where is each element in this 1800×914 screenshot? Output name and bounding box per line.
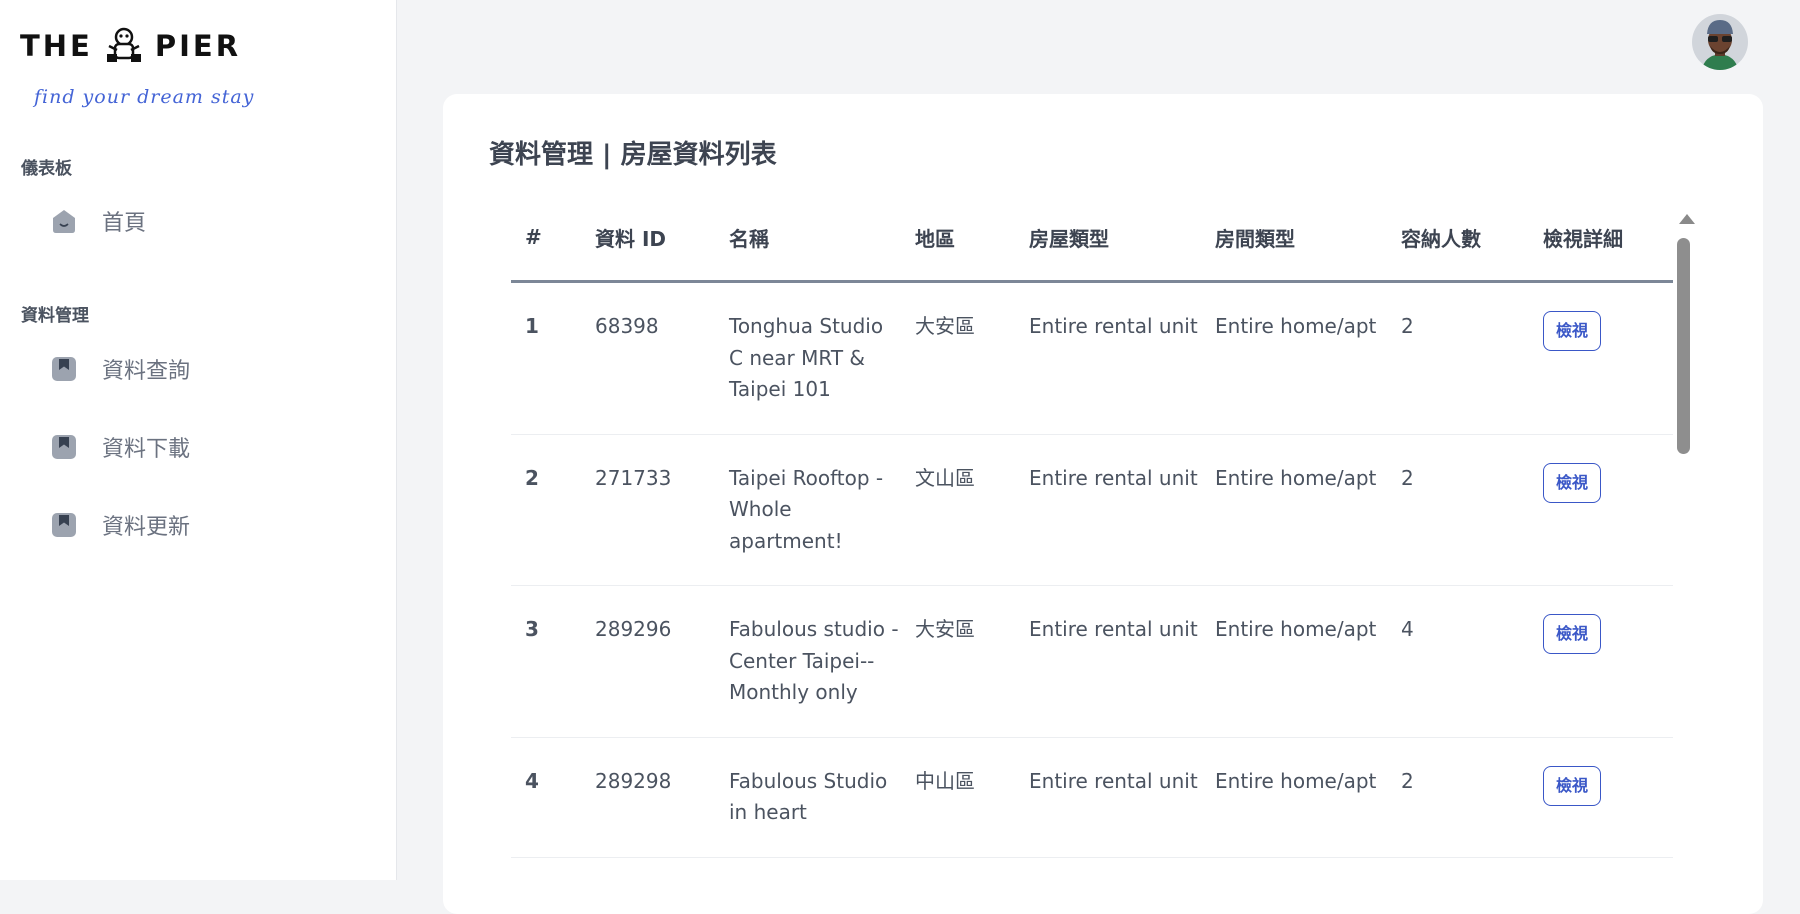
sidebar-item-home[interactable]: 首頁 (50, 205, 146, 237)
cell-id: 289298 (581, 737, 715, 858)
sidebar: THE PIER find your dream stay 儀表板 首頁 資料管… (0, 0, 397, 880)
sidebar-item-data-query[interactable]: 資料查詢 (50, 353, 190, 385)
cell-property-type: Entire rental unit (1015, 585, 1201, 738)
table-header-row: # 資料 ID 名稱 地區 房屋類型 房間類型 容納人數 檢視詳細 (511, 194, 1673, 283)
header-name: 名稱 (715, 194, 901, 283)
cell-property-type: Entire rental unit (1015, 737, 1201, 858)
content-card: 資料管理 | 房屋資料列表 # 資料 ID 名稱 地區 房屋類型 房間類型 容納… (443, 94, 1763, 914)
cell-capacity: 2 (1387, 737, 1529, 858)
cell-property-type: Entire rental unit (1015, 434, 1201, 586)
cell-capacity: 2 (1387, 281, 1529, 435)
cell-index: 4 (511, 737, 581, 858)
cell-property-type: Entire rental unit (1015, 281, 1201, 435)
cell-action: 檢視 (1529, 585, 1673, 738)
cell-capacity: 4 (1387, 585, 1529, 738)
view-button[interactable]: 檢視 (1543, 765, 1602, 806)
header-capacity: 容納人數 (1387, 194, 1529, 283)
listings-table-container[interactable]: # 資料 ID 名稱 地區 房屋類型 房間類型 容納人數 檢視詳細 1 6839… (511, 194, 1673, 914)
bookmark-icon (52, 435, 76, 459)
cell-index: 3 (511, 585, 581, 738)
header-index: # (511, 194, 581, 283)
cell-district: 大安區 (901, 585, 1015, 738)
section-title-data-management: 資料管理 (21, 306, 89, 326)
cell-action: 檢視 (1529, 281, 1673, 435)
header-id: 資料 ID (581, 194, 715, 283)
cell-id: 289296 (581, 585, 715, 738)
page-title: 資料管理 | 房屋資料列表 (489, 140, 777, 170)
cell-capacity: 2 (1387, 434, 1529, 586)
tagline: find your dream stay (34, 86, 255, 108)
table-row: 2 271733 Taipei Rooftop - Whole apartmen… (511, 434, 1673, 586)
listings-table: # 資料 ID 名稱 地區 房屋類型 房間類型 容納人數 檢視詳細 1 6839… (511, 194, 1673, 858)
scroll-up-arrow-icon[interactable] (1679, 214, 1695, 224)
cell-name: Taipei Rooftop - Whole apartment! (715, 434, 901, 586)
cell-room-type: Entire home/apt (1201, 585, 1387, 738)
header-district: 地區 (901, 194, 1015, 283)
view-button[interactable]: 檢視 (1543, 311, 1602, 351)
logo-text-left: THE (20, 29, 93, 63)
sidebar-item-label: 資料查詢 (102, 359, 191, 384)
sidebar-item-data-download[interactable]: 資料下載 (50, 431, 190, 463)
cell-action: 檢視 (1529, 737, 1673, 858)
cell-room-type: Entire home/apt (1201, 737, 1387, 858)
logo-text-right: PIER (154, 29, 242, 63)
section-title-dashboard: 儀表板 (21, 159, 72, 179)
sidebar-item-label: 資料更新 (102, 515, 191, 540)
header-property-type: 房屋類型 (1015, 194, 1201, 283)
mascot-logo-icon (106, 27, 141, 62)
view-button[interactable]: 檢視 (1543, 614, 1602, 654)
sidebar-item-label: 資料下載 (102, 437, 191, 462)
table-row: 3 289296 Fabulous studio - Center Taipei… (511, 585, 1673, 738)
home-icon (53, 210, 75, 233)
cell-district: 文山區 (901, 434, 1015, 586)
header-room-type: 房間類型 (1201, 194, 1387, 283)
bookmark-icon (52, 513, 76, 537)
cell-index: 1 (511, 281, 581, 435)
cell-name: Fabulous studio - Center Taipei--Monthly… (715, 585, 901, 738)
logo[interactable]: THE PIER (20, 26, 241, 66)
sidebar-item-data-update[interactable]: 資料更新 (50, 509, 190, 541)
table-row: 1 68398 Tonghua Studio C near MRT & Taip… (511, 281, 1673, 435)
cell-index: 2 (511, 434, 581, 586)
cell-room-type: Entire home/apt (1201, 434, 1387, 586)
cell-name: Tonghua Studio C near MRT & Taipei 101 (715, 281, 901, 435)
table-row: 4 289298 Fabulous Studio in heart 中山區 En… (511, 737, 1673, 858)
cell-room-type: Entire home/apt (1201, 281, 1387, 435)
header-view-detail: 檢視詳細 (1529, 194, 1673, 283)
view-button[interactable]: 檢視 (1543, 462, 1602, 503)
cell-district: 大安區 (901, 281, 1015, 435)
sidebar-item-label: 首頁 (102, 211, 147, 236)
cell-district: 中山區 (901, 737, 1015, 858)
avatar-icon (1692, 14, 1748, 70)
cell-action: 檢視 (1529, 434, 1673, 586)
user-avatar[interactable] (1692, 14, 1748, 70)
cell-name: Fabulous Studio in heart (715, 737, 901, 858)
bookmark-icon (52, 357, 76, 381)
scrollbar-thumb[interactable] (1677, 238, 1690, 454)
cell-id: 271733 (581, 434, 715, 586)
cell-id: 68398 (581, 281, 715, 435)
